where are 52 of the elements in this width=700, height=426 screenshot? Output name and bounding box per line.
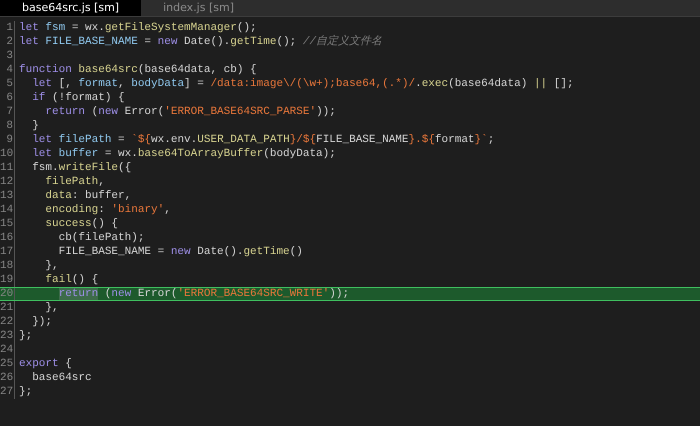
code-line: encoding: 'binary', bbox=[44, 203, 171, 217]
code-line: function base64src(base64data, cb) { bbox=[18, 63, 257, 77]
line-number: 22 bbox=[0, 315, 15, 329]
line-number: 26 bbox=[0, 371, 15, 385]
code-line: data: buffer, bbox=[44, 189, 132, 203]
line-number: 11 bbox=[0, 161, 15, 175]
line-number: 4 bbox=[0, 63, 15, 77]
line-number: 7 bbox=[0, 105, 15, 119]
line-number: 16 bbox=[0, 231, 15, 245]
code-line: fail() { bbox=[44, 273, 98, 287]
line-number: 3 bbox=[0, 49, 15, 63]
line-number: 10 bbox=[0, 147, 15, 161]
code-line: if (!format) { bbox=[31, 91, 125, 105]
line-number: 13 bbox=[0, 189, 15, 203]
line-number: 6 bbox=[0, 91, 15, 105]
code-line: let filePath = `${wx.env.USER_DATA_PATH}/${FILE_BASE_NAME}.${format}`; bbox=[31, 133, 494, 147]
code-line: cb(filePath); bbox=[58, 231, 144, 245]
code-line: fsm.writeFile({ bbox=[31, 161, 132, 175]
code-line: }, bbox=[44, 259, 59, 273]
line-number: 2 bbox=[0, 35, 15, 49]
editor-tab[interactable]: base64src.js [sm] bbox=[0, 0, 142, 16]
code-line: return (new Error('ERROR_BASE64SRC_PARSE')); bbox=[44, 105, 336, 119]
line-number: 1 bbox=[0, 21, 15, 35]
code-line: export { bbox=[18, 357, 72, 371]
code-line: }, bbox=[44, 301, 59, 315]
line-number: 17 bbox=[0, 245, 15, 259]
code-line: FILE_BASE_NAME = new Date().getTime() bbox=[58, 245, 303, 259]
code-line: return (new Error('ERROR_BASE64SRC_WRITE')); bbox=[58, 288, 350, 300]
line-number: 18 bbox=[0, 259, 15, 273]
code-line: }; bbox=[18, 385, 32, 399]
code-line: filePath, bbox=[44, 175, 105, 189]
line-number: 20 bbox=[0, 288, 15, 300]
line-number: 23 bbox=[0, 329, 15, 343]
code-line: success() { bbox=[44, 217, 118, 231]
line-number: 21 bbox=[0, 301, 15, 315]
line-number: 24 bbox=[0, 343, 15, 357]
line-number: 27 bbox=[0, 385, 15, 399]
line-number: 9 bbox=[0, 133, 15, 147]
line-number: 15 bbox=[0, 217, 15, 231]
line-number: 5 bbox=[0, 77, 15, 91]
line-number: 14 bbox=[0, 203, 15, 217]
code-line: }; bbox=[18, 329, 32, 343]
line-number: 25 bbox=[0, 357, 15, 371]
code-line: base64src bbox=[31, 371, 92, 385]
code-line: let buffer = wx.base64ToArrayBuffer(bodyData); bbox=[31, 147, 336, 161]
code-line: }); bbox=[31, 315, 52, 329]
code-line: let fsm = wx.getFileSystemManager(); bbox=[18, 21, 257, 35]
code-line: let [, format, bodyData] = /data:image\/(\w+);base64,(.*)/.exec(base64data) || []; bbox=[31, 77, 574, 91]
line-number: 8 bbox=[0, 119, 15, 133]
code-line: let FILE_BASE_NAME = new Date().getTime(); //自定义文件名 bbox=[18, 35, 382, 49]
code-line: } bbox=[31, 119, 39, 133]
line-number: 12 bbox=[0, 175, 15, 189]
